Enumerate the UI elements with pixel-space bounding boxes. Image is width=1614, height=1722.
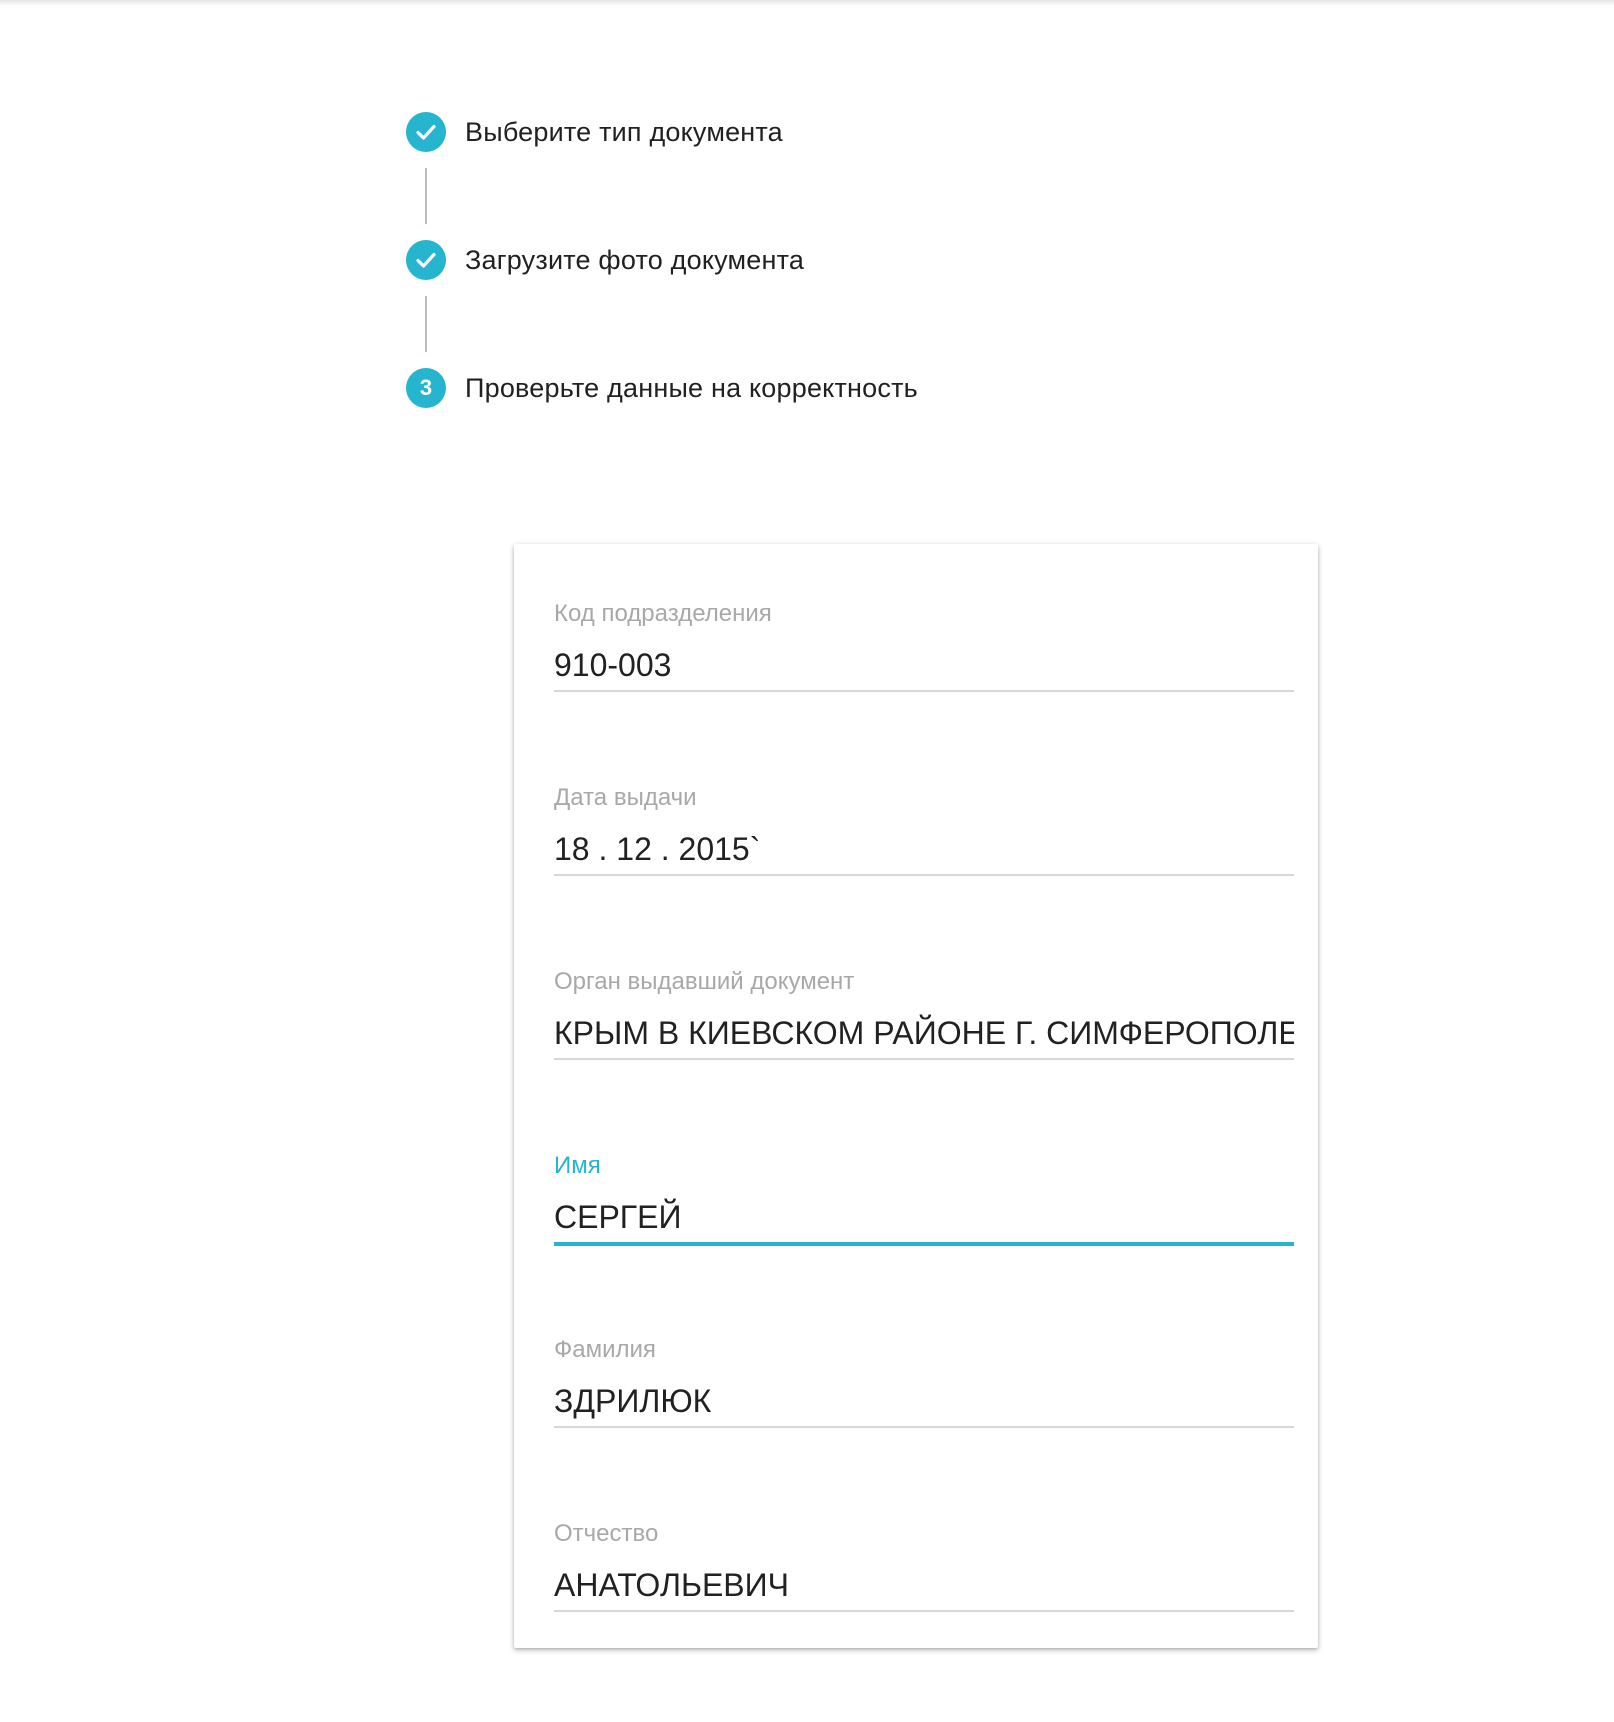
last-name-input[interactable] xyxy=(554,1380,1294,1422)
field-underline xyxy=(554,1610,1294,1612)
step-label: Проверьте данные на корректность xyxy=(465,372,918,403)
issuing-authority-input[interactable] xyxy=(554,1012,1294,1054)
issue-date-input[interactable] xyxy=(554,828,1294,870)
document-data-card: Код подразделения Дата выдачи Орган выда… xyxy=(514,544,1318,1648)
top-shadow xyxy=(0,0,1614,6)
field-last-name: Фамилия xyxy=(554,1280,1294,1428)
step-label: Загрузите фото документа xyxy=(465,244,805,275)
field-underline-focused xyxy=(554,1242,1294,1246)
field-first-name: Имя xyxy=(554,1096,1294,1246)
field-label: Имя xyxy=(554,1152,601,1179)
step-connector xyxy=(425,168,427,224)
step-connector xyxy=(425,296,427,352)
field-label: Дата выдачи xyxy=(554,784,697,811)
patronymic-input[interactable] xyxy=(554,1564,1294,1606)
step-select-document-type[interactable]: Выберите тип документа xyxy=(406,112,783,152)
field-underline xyxy=(554,874,1294,876)
field-label: Отчество xyxy=(554,1520,659,1547)
field-label: Фамилия xyxy=(554,1336,656,1363)
field-label: Код подразделения xyxy=(554,600,772,627)
step-upload-photo[interactable]: Загрузите фото документа xyxy=(406,240,804,280)
subdivision-code-input[interactable] xyxy=(554,644,1294,686)
field-underline xyxy=(554,690,1294,692)
field-issue-date: Дата выдачи xyxy=(554,728,1294,876)
first-name-input[interactable] xyxy=(554,1196,1294,1238)
field-issuing-authority: Орган выдавший документ xyxy=(554,912,1294,1060)
field-patronymic: Отчество xyxy=(554,1464,1294,1612)
field-subdivision-code: Код подразделения xyxy=(554,544,1294,692)
field-underline xyxy=(554,1058,1294,1060)
step-verify-data[interactable]: 3 Проверьте данные на корректность xyxy=(406,368,918,408)
step-completed-badge xyxy=(406,112,446,152)
check-icon xyxy=(416,252,436,268)
step-label: Выберите тип документа xyxy=(465,116,783,147)
step-number-badge: 3 xyxy=(406,368,446,408)
step-completed-badge xyxy=(406,240,446,280)
field-underline xyxy=(554,1426,1294,1428)
check-icon xyxy=(416,124,436,140)
field-label: Орган выдавший документ xyxy=(554,968,855,995)
